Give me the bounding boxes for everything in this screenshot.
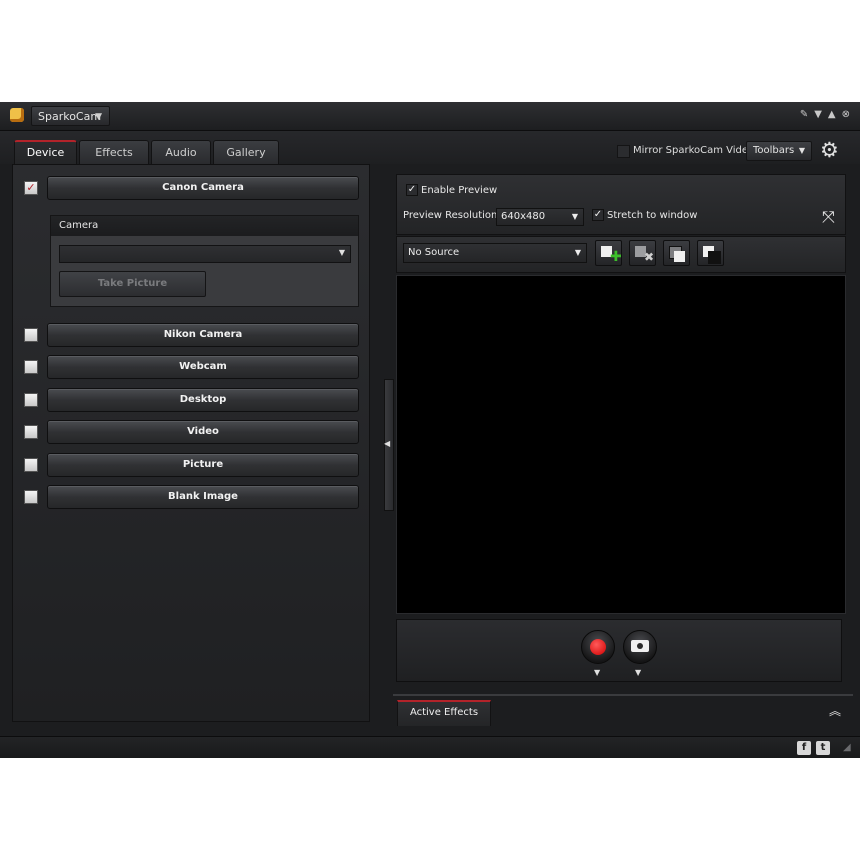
snapshot-options-chevron-icon[interactable]: ▼ <box>635 668 641 677</box>
stretch-to-window-checkbox[interactable]: ✓ <box>592 209 604 221</box>
blank-image-checkbox[interactable] <box>24 490 38 504</box>
canon-camera-checkbox[interactable]: ✓ <box>24 181 38 195</box>
layer-top-icon[interactable] <box>663 240 690 266</box>
camera-subpanel: Camera ▼ Take Picture <box>50 215 359 307</box>
record-icon <box>590 639 606 655</box>
stretch-to-window-label: Stretch to window <box>607 210 698 221</box>
chevron-down-icon: ▼ <box>95 112 102 122</box>
tab-bar: Device Effects Audio Gallery Mirror Spar… <box>0 131 860 164</box>
chevron-down-icon: ▼ <box>574 248 581 257</box>
mirror-video-label: Mirror SparkoCam Video <box>633 145 755 156</box>
window-controls: ✎ ▼ ▲ ⊗ <box>800 109 850 121</box>
take-picture-button[interactable]: Take Picture <box>59 271 206 297</box>
source-row-nikon: Nikon Camera <box>13 323 371 347</box>
video-button[interactable]: Video <box>47 420 359 444</box>
mirror-video-checkbox[interactable] <box>617 145 630 158</box>
status-bar: f t ◢ <box>0 736 860 758</box>
nikon-camera-checkbox[interactable] <box>24 328 38 342</box>
close-icon[interactable]: ⊗ <box>842 109 850 121</box>
record-options-chevron-icon[interactable]: ▼ <box>594 668 600 677</box>
twitter-icon[interactable]: t <box>816 741 830 755</box>
tab-device[interactable]: Device <box>14 140 77 164</box>
tab-effects[interactable]: Effects <box>79 140 149 164</box>
source-select[interactable]: No Source ▼ <box>403 243 587 263</box>
app-name-label: SparkoCam <box>38 110 102 123</box>
app-logo-icon <box>10 108 24 122</box>
blank-image-button[interactable]: Blank Image <box>47 485 359 509</box>
maximize-icon[interactable]: ▲ <box>828 109 836 121</box>
panel-splitter[interactable]: ◀ <box>381 164 394 758</box>
desktop-button[interactable]: Desktop <box>47 388 359 412</box>
effects-tab-strip: Active Effects ︽ <box>393 694 853 726</box>
picture-button[interactable]: Picture <box>47 453 359 477</box>
preview-resolution-label: Preview Resolution: <box>403 210 501 221</box>
preview-viewport <box>396 275 846 614</box>
webcam-checkbox[interactable] <box>24 360 38 374</box>
app-menu-button[interactable]: SparkoCam ▼ <box>31 106 110 126</box>
source-row-picture: Picture <box>13 453 371 477</box>
camera-select[interactable]: ▼ <box>59 245 351 263</box>
source-row-desktop: Desktop <box>13 388 371 412</box>
source-row-video: Video <box>13 420 371 444</box>
snapshot-icon <box>631 640 649 652</box>
resize-grip-icon[interactable]: ◢ <box>843 743 851 753</box>
sparkocam-window: SparkoCam ▼ ✎ ▼ ▲ ⊗ Device Effects Audio… <box>0 102 860 758</box>
gear-icon[interactable]: ⚙ <box>820 139 839 161</box>
camera-section-label: Camera <box>51 216 358 236</box>
toolbars-label: Toolbars <box>753 145 795 156</box>
video-checkbox[interactable] <box>24 425 38 439</box>
source-row-webcam: Webcam <box>13 355 371 379</box>
tab-active-effects[interactable]: Active Effects <box>397 700 491 726</box>
desktop-checkbox[interactable] <box>24 393 38 407</box>
chevron-down-icon: ▼ <box>571 212 578 221</box>
tab-gallery[interactable]: Gallery <box>213 140 279 164</box>
tab-audio[interactable]: Audio <box>151 140 211 164</box>
enable-preview-label: Enable Preview <box>421 185 498 196</box>
preview-resolution-value: 640x480 <box>501 211 546 222</box>
collapse-left-icon[interactable]: ◀ <box>384 439 390 448</box>
source-select-value: No Source <box>408 247 460 258</box>
preview-options-panel: ✓ Enable Preview Preview Resolution: 640… <box>396 174 846 235</box>
chevron-down-icon: ▼ <box>798 146 805 155</box>
chevron-down-icon: ▼ <box>338 248 345 257</box>
snapshot-button[interactable] <box>623 630 657 664</box>
picture-checkbox[interactable] <box>24 458 38 472</box>
layer-bottom-icon[interactable] <box>697 240 724 266</box>
remove-source-icon[interactable]: ✖ <box>629 240 656 266</box>
title-bar: SparkoCam ▼ ✎ ▼ ▲ ⊗ <box>0 102 860 131</box>
source-row-blank-image: Blank Image <box>13 485 371 509</box>
record-button[interactable] <box>581 630 615 664</box>
source-row-canon: ✓ Canon Camera <box>13 176 371 200</box>
fullscreen-icon[interactable]: ⤧ <box>822 209 835 225</box>
pin-icon[interactable]: ✎ <box>800 109 808 121</box>
canon-camera-button[interactable]: Canon Camera <box>47 176 359 200</box>
minimize-icon[interactable]: ▼ <box>814 109 822 121</box>
webcam-button[interactable]: Webcam <box>47 355 359 379</box>
facebook-icon[interactable]: f <box>797 741 811 755</box>
nikon-camera-button[interactable]: Nikon Camera <box>47 323 359 347</box>
source-toolbar: No Source ▼ ✚ ✖ <box>396 236 846 273</box>
capture-controls-panel: ▼ ▼ <box>396 619 842 682</box>
device-sources-panel: ✓ Canon Camera Camera ▼ Take Picture Nik… <box>12 164 370 722</box>
toolbars-button[interactable]: Toolbars ▼ <box>746 141 812 161</box>
preview-resolution-select[interactable]: 640x480 ▼ <box>496 208 584 226</box>
add-source-icon[interactable]: ✚ <box>595 240 622 266</box>
enable-preview-checkbox[interactable]: ✓ <box>406 184 418 196</box>
expand-up-icon[interactable]: ︽ <box>829 702 841 719</box>
